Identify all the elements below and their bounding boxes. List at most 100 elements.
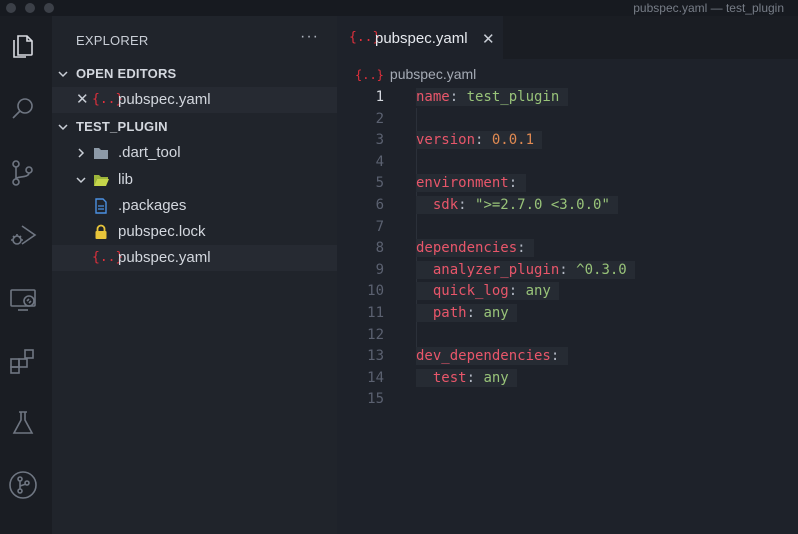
line-number: 7 [375, 218, 384, 235]
code-line[interactable]: 1 name: test_plugin [337, 86, 798, 108]
line-content: dev_dependencies: [416, 345, 568, 367]
code-line[interactable]: 12 [337, 324, 798, 346]
breadcrumb[interactable]: {..} pubspec.yaml [355, 66, 476, 82]
line-number: 9 [375, 261, 384, 278]
line-content: dependencies: [416, 237, 535, 259]
extensions-icon[interactable] [8, 346, 38, 376]
code-token: 0.0.1 [491, 132, 535, 149]
code-token: test [432, 369, 467, 386]
code-token: : [508, 175, 518, 192]
line-number: 5 [375, 175, 384, 192]
code-line[interactable]: 4 [337, 151, 798, 173]
code-line[interactable]: 9 analyzer_plugin: ^0.3.0 [337, 259, 798, 281]
code-token: : [458, 197, 476, 213]
chevron-right-icon [78, 148, 85, 158]
line-number: 1 [375, 89, 384, 105]
code-line[interactable]: 15 [337, 388, 798, 410]
code-token: : [466, 305, 484, 321]
tree-item-label: pubspec.yaml [118, 249, 211, 266]
code-token: any [525, 283, 551, 300]
more-actions-button[interactable]: ··· [300, 28, 319, 46]
maximize-window-button[interactable] [44, 3, 54, 13]
open-editor-label: pubspec.yaml [118, 91, 211, 108]
yaml-file-icon: {..} [355, 68, 384, 82]
line-number: 12 [367, 326, 384, 343]
line-content: quick_log: any [416, 280, 560, 302]
tree-item-dart-tool[interactable]: .dart_tool [52, 140, 337, 166]
line-content: sdk: ">=2.7.0 <3.0.0" [416, 194, 619, 216]
code-token: ^0.3.0 [576, 261, 627, 278]
code-line[interactable]: 7 [337, 216, 798, 238]
code-token: : [517, 240, 526, 257]
code-line[interactable]: 11 path: any [337, 302, 798, 324]
code-line[interactable]: 5 environment: [337, 172, 798, 194]
code-token: path [432, 305, 467, 321]
tree-item-packages[interactable]: .packages [52, 193, 337, 219]
tree-item-pubspec-yaml[interactable]: {..} pubspec.yaml [52, 245, 337, 271]
explorer-sidebar: EXPLORER ··· OPEN EDITORS ✕ {..} pubspec… [52, 16, 337, 534]
close-editor-icon[interactable]: ✕ [76, 87, 89, 113]
title-bar: pubspec.yaml — test_plugin [0, 0, 798, 16]
remote-explorer-icon[interactable] [8, 284, 38, 314]
close-tab-icon[interactable]: ✕ [482, 30, 495, 48]
code-token: version [416, 132, 476, 149]
line-number: 3 [375, 132, 384, 149]
open-editors-section[interactable]: OPEN EDITORS [52, 61, 337, 87]
open-editor-item[interactable]: ✕ {..} pubspec.yaml [52, 87, 337, 113]
tab-bar: {..} pubspec.yaml ✕ [337, 16, 798, 59]
code-token: analyzer_plugin [432, 261, 560, 278]
line-number: 10 [367, 283, 384, 300]
git-graph-icon[interactable] [8, 470, 38, 500]
line-number: 15 [367, 391, 384, 408]
code-token: : [466, 369, 484, 386]
window-title: pubspec.yaml — test_plugin [633, 1, 784, 15]
search-icon[interactable] [8, 94, 38, 124]
line-number: 6 [375, 197, 384, 213]
line-number: 2 [375, 110, 384, 127]
line-content: path: any [416, 302, 518, 324]
line-content: name: test_plugin [416, 86, 568, 108]
testing-icon[interactable] [8, 408, 38, 438]
tree-item-lib[interactable]: lib [52, 167, 337, 193]
code-line[interactable]: 3 version: 0.0.1 [337, 129, 798, 151]
line-number: 14 [367, 369, 384, 386]
code-line[interactable]: 13 dev_dependencies: [337, 345, 798, 367]
minimize-window-button[interactable] [25, 3, 35, 13]
code-token: any [483, 305, 509, 321]
code-line[interactable]: 2 [337, 108, 798, 130]
line-number: 4 [375, 153, 384, 170]
line-content: version: 0.0.1 [416, 129, 543, 151]
line-number: 8 [375, 240, 384, 257]
tree-item-label: .dart_tool [118, 144, 181, 161]
explorer-title: EXPLORER [76, 33, 149, 48]
run-debug-icon[interactable] [8, 220, 38, 250]
code-token: any [483, 369, 509, 386]
code-token: : [559, 261, 577, 278]
code-line[interactable]: 8 dependencies: [337, 237, 798, 259]
code-line[interactable]: 10 quick_log: any [337, 280, 798, 302]
code-line[interactable]: 6 sdk: ">=2.7.0 <3.0.0" [337, 194, 798, 216]
files-icon[interactable] [8, 30, 38, 60]
code-token: : [508, 283, 526, 300]
chevron-down-icon [58, 124, 68, 131]
code-token: dependencies [416, 240, 518, 257]
activity-bar [0, 16, 52, 534]
code-token: : [449, 89, 467, 105]
line-number: 13 [367, 348, 384, 365]
tab-pubspec-yaml[interactable]: {..} pubspec.yaml ✕ [337, 16, 503, 59]
code-line[interactable]: 14 test: any [337, 367, 798, 389]
source-control-icon[interactable] [8, 158, 38, 188]
folder-open-icon [94, 175, 109, 186]
close-window-button[interactable] [6, 3, 16, 13]
project-section[interactable]: TEST_PLUGIN [52, 114, 337, 140]
tree-item-label: lib [118, 171, 134, 188]
tree-item-label: .packages [118, 197, 187, 214]
tree-item-pubspec-lock[interactable]: pubspec.lock [52, 219, 337, 245]
lock-icon [95, 224, 107, 239]
chevron-down-icon [76, 177, 86, 184]
line-content: analyzer_plugin: ^0.3.0 [416, 259, 636, 281]
line-content: test: any [416, 367, 518, 389]
